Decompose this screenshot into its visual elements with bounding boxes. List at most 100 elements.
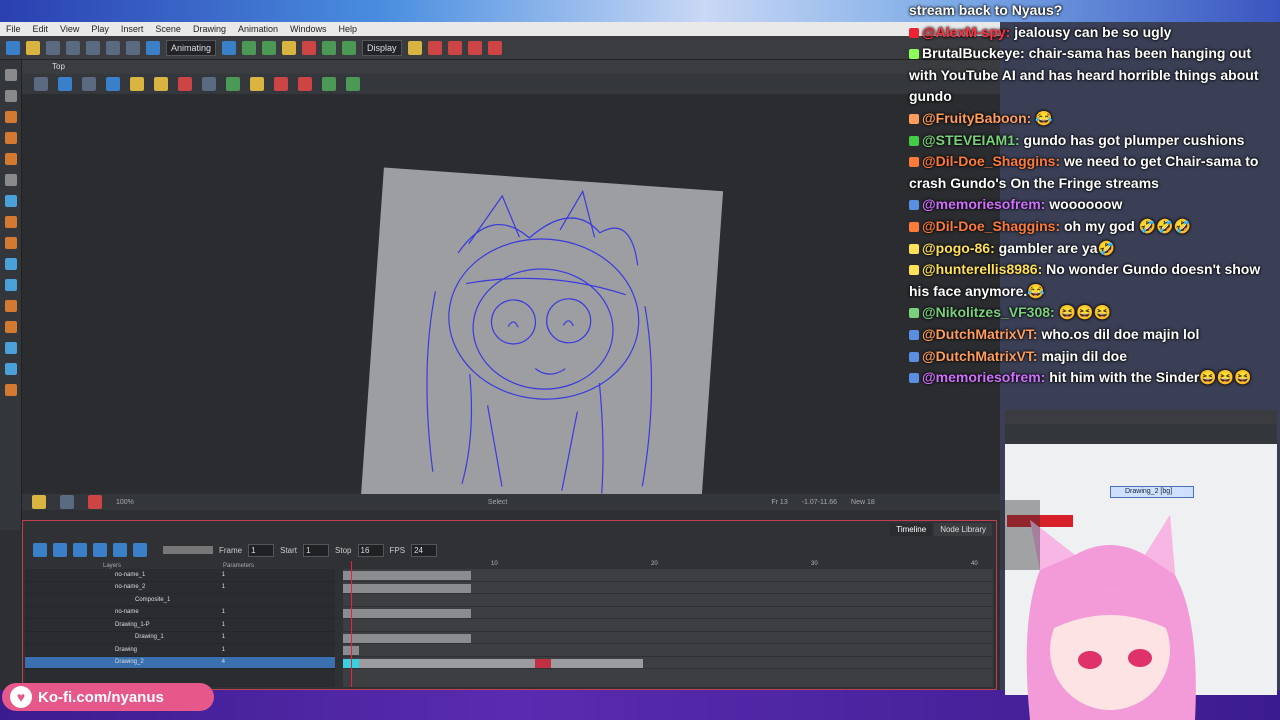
layer-row[interactable]: Composite_1 bbox=[25, 594, 335, 607]
light-table-icon[interactable] bbox=[250, 77, 264, 91]
onion-skin-icon[interactable] bbox=[322, 40, 337, 55]
text-tool-icon[interactable] bbox=[4, 174, 17, 186]
layer-row[interactable]: no-name_2 1 bbox=[25, 582, 335, 594]
exposure-block[interactable] bbox=[343, 658, 643, 668]
green-marker-2-icon[interactable] bbox=[346, 77, 360, 91]
prev-frame-icon[interactable] bbox=[53, 543, 67, 557]
menu-view[interactable]: View bbox=[60, 24, 79, 34]
eraser-tool-icon[interactable] bbox=[4, 153, 17, 165]
layer-row[interactable]: Drawing_1-P 1 bbox=[25, 619, 335, 632]
menu-file[interactable]: File bbox=[6, 24, 21, 34]
shape-tool-icon[interactable] bbox=[4, 195, 17, 207]
menu-scene[interactable]: Scene bbox=[155, 24, 181, 34]
green-marker-icon[interactable] bbox=[322, 77, 336, 91]
first-frame-icon[interactable] bbox=[33, 543, 47, 557]
drawing-viewport[interactable] bbox=[22, 94, 1000, 494]
speed-slider[interactable] bbox=[163, 546, 213, 554]
pen-tool-icon[interactable] bbox=[4, 363, 17, 375]
display-select[interactable]: Display bbox=[362, 39, 402, 56]
exposure-frames[interactable] bbox=[343, 569, 993, 687]
zoom-level[interactable]: 100% bbox=[116, 499, 134, 506]
paste-icon[interactable] bbox=[146, 40, 160, 55]
open-folder-icon[interactable] bbox=[26, 40, 40, 55]
exposure-block[interactable] bbox=[343, 583, 471, 593]
stamp-tool-icon[interactable] bbox=[4, 384, 17, 396]
red-marker-icon[interactable] bbox=[274, 77, 288, 91]
align-tool-icon[interactable] bbox=[427, 40, 442, 55]
redo-icon[interactable] bbox=[86, 40, 100, 55]
select-tool-icon[interactable] bbox=[4, 69, 17, 81]
contour-tool-icon[interactable] bbox=[4, 90, 17, 102]
status-bulb-icon[interactable] bbox=[32, 495, 46, 509]
rotate-tool-icon[interactable] bbox=[262, 40, 277, 55]
frame-ruler[interactable]: 10 20 30 40 bbox=[343, 561, 993, 569]
menu-windows[interactable]: Windows bbox=[290, 24, 327, 34]
color-icon[interactable] bbox=[226, 77, 240, 91]
frame-input[interactable]: 1 bbox=[248, 543, 275, 557]
lock-icon[interactable] bbox=[130, 77, 144, 91]
exposure-block[interactable] bbox=[343, 633, 471, 643]
loop-icon[interactable] bbox=[113, 543, 127, 557]
play-icon[interactable] bbox=[73, 543, 87, 557]
frame-row[interactable] bbox=[343, 632, 993, 644]
grid-icon[interactable] bbox=[34, 77, 48, 91]
kofi-banner[interactable]: ♥ Ko-fi.com/nyanus bbox=[2, 683, 214, 711]
frame-row[interactable] bbox=[343, 594, 993, 607]
reset-view-icon[interactable] bbox=[82, 77, 96, 91]
brush-icon[interactable] bbox=[202, 77, 216, 91]
tab-timeline[interactable]: Timeline bbox=[890, 523, 933, 536]
copy-icon[interactable] bbox=[126, 40, 140, 55]
play-green-icon[interactable] bbox=[342, 40, 357, 55]
status-grid-icon[interactable] bbox=[60, 495, 74, 509]
layer-row[interactable]: Drawing_1 1 bbox=[25, 632, 335, 644]
brush-tool-icon[interactable] bbox=[4, 111, 17, 123]
zoom-tool-icon[interactable] bbox=[4, 321, 17, 333]
exposure-block[interactable] bbox=[343, 608, 471, 618]
lock-all-icon[interactable] bbox=[154, 77, 168, 91]
layer-row[interactable]: Drawing 1 bbox=[25, 644, 335, 657]
pen-icon[interactable] bbox=[178, 77, 192, 91]
line-tool-icon[interactable] bbox=[4, 237, 17, 249]
workspace-mode-select[interactable]: Animating bbox=[166, 39, 217, 56]
pencil-tool-icon[interactable] bbox=[4, 132, 17, 144]
cut-icon[interactable] bbox=[106, 40, 120, 55]
frame-row[interactable] bbox=[343, 644, 993, 657]
next-frame-icon[interactable] bbox=[93, 543, 107, 557]
save-icon[interactable] bbox=[46, 40, 60, 55]
exposure-block[interactable] bbox=[343, 571, 471, 580]
red-marker-2-icon[interactable] bbox=[298, 77, 312, 91]
menu-drawing[interactable]: Drawing bbox=[193, 24, 226, 34]
frame-row[interactable] bbox=[343, 569, 993, 582]
menu-help[interactable]: Help bbox=[339, 24, 358, 34]
layer-row-selected[interactable]: Drawing_2 4 bbox=[25, 656, 335, 669]
menu-edit[interactable]: Edit bbox=[33, 24, 49, 34]
sound-icon[interactable] bbox=[133, 543, 147, 557]
layer-row[interactable]: no-name_1 1 bbox=[25, 569, 335, 582]
menu-play[interactable]: Play bbox=[91, 24, 109, 34]
drawing-canvas[interactable] bbox=[360, 167, 724, 494]
workspace-icon[interactable] bbox=[222, 40, 237, 55]
drawing-node[interactable]: Drawing_2 [bg] bbox=[1110, 486, 1194, 498]
camera-view-tab[interactable]: Top bbox=[22, 60, 1000, 74]
transform-tool-side-icon[interactable] bbox=[4, 342, 17, 354]
lightbulb-icon[interactable] bbox=[407, 40, 422, 55]
fps-input[interactable]: 24 bbox=[411, 543, 438, 557]
align-tool-2-icon[interactable] bbox=[447, 40, 462, 55]
hand-tool-icon[interactable] bbox=[4, 300, 17, 312]
frame-row[interactable] bbox=[343, 607, 993, 619]
stop-input[interactable]: 16 bbox=[357, 543, 384, 557]
undo-icon[interactable] bbox=[66, 40, 80, 55]
cutter-tool-icon[interactable] bbox=[4, 279, 17, 291]
frame-icon[interactable] bbox=[106, 77, 120, 91]
menu-insert[interactable]: Insert bbox=[121, 24, 144, 34]
keyframe-cell[interactable] bbox=[535, 658, 551, 668]
playhead[interactable] bbox=[351, 561, 352, 687]
transform-tool-icon[interactable] bbox=[242, 40, 257, 55]
frame-row-selected[interactable] bbox=[343, 657, 993, 669]
status-red-icon[interactable] bbox=[88, 495, 102, 509]
tab-node-library[interactable]: Node Library bbox=[934, 523, 992, 536]
scale-tool-icon[interactable] bbox=[282, 40, 297, 55]
align-tool-4-icon[interactable] bbox=[487, 40, 502, 55]
menu-animation[interactable]: Animation bbox=[238, 24, 278, 34]
frame-row[interactable] bbox=[343, 619, 993, 632]
